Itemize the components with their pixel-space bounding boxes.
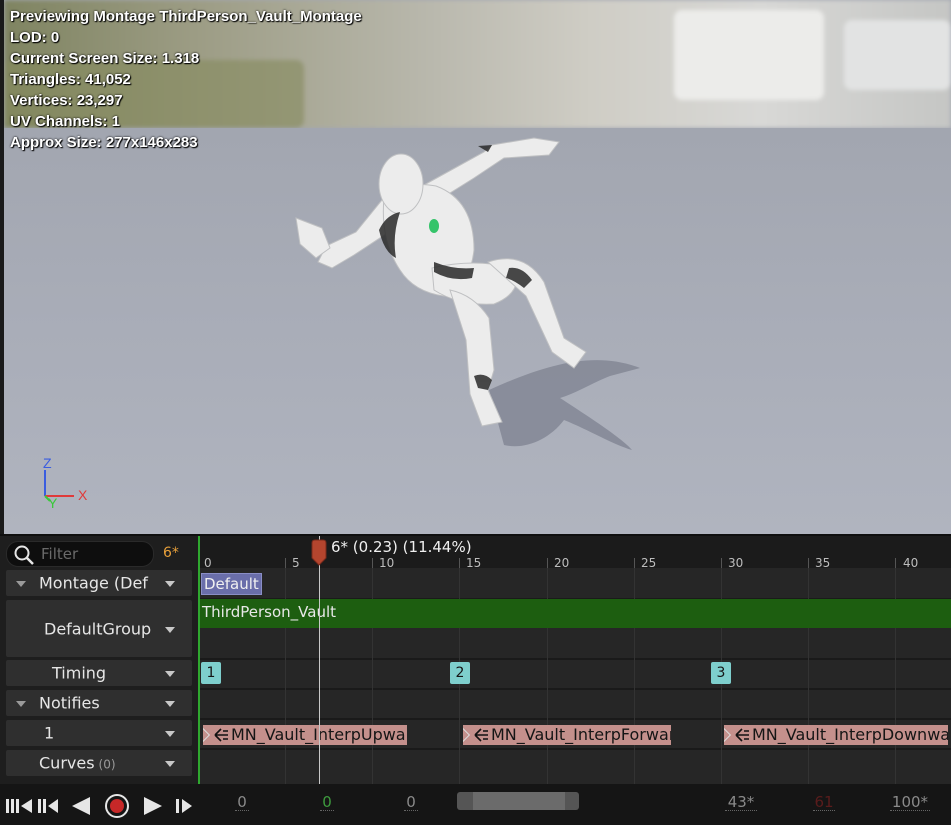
- chevron-down-icon[interactable]: [165, 581, 175, 587]
- stat-screen-size: Current Screen Size: 1.318: [10, 50, 200, 67]
- branch-arrow-icon: [474, 728, 488, 742]
- ruler-label: 0: [204, 556, 212, 570]
- track-timing-label: Timing: [52, 663, 107, 683]
- branch-arrow-icon: [735, 728, 749, 742]
- secondary-time-value[interactable]: 0: [404, 794, 418, 811]
- timing-marker-1[interactable]: 1: [201, 662, 221, 684]
- ruler-label: 35: [815, 556, 831, 570]
- timing-marker-2[interactable]: 2: [450, 662, 470, 684]
- viewport[interactable]: Previewing Montage ThirdPerson_Vault_Mon…: [4, 0, 951, 534]
- zoom-value[interactable]: 100*: [890, 794, 930, 811]
- filter-placeholder: Filter: [41, 545, 79, 563]
- collapse-arrow-icon[interactable]: [16, 701, 26, 707]
- notify-label: MN_Vault_InterpForwar: [491, 725, 671, 744]
- notify-interp-forward[interactable]: MN_Vault_InterpForwar: [463, 725, 671, 745]
- notify-track-label: 1: [44, 723, 55, 743]
- stat-uv-channels: UV Channels: 1: [10, 113, 121, 130]
- start-marker: [198, 536, 200, 784]
- track-notifies-label: Notifies: [39, 693, 100, 713]
- step-forward-button[interactable]: [170, 791, 200, 819]
- axis-x-label: X: [78, 487, 88, 503]
- stat-triangles: Triangles: 41,052: [10, 71, 131, 88]
- current-time-value[interactable]: 0: [320, 794, 334, 811]
- ruler-label: 5: [292, 556, 300, 570]
- playhead-line: [319, 536, 320, 784]
- notify-label: MN_Vault_InterpDownwa: [752, 725, 948, 744]
- track-montage-label: Montage (Def: [39, 573, 148, 593]
- axis-gizmo: Z X Y: [34, 455, 104, 515]
- chevron-down-icon[interactable]: [165, 671, 175, 677]
- view-range-scrollbar[interactable]: [457, 792, 579, 810]
- montage-section-tag[interactable]: Default: [201, 573, 262, 595]
- chevron-down-icon[interactable]: [165, 731, 175, 737]
- montage-timeline: Filter 6* Montage (Def DefaultGroup Timi…: [0, 536, 951, 825]
- track-notify-1[interactable]: 1: [6, 720, 192, 746]
- max-frame-value[interactable]: 61: [813, 794, 835, 811]
- search-icon: [14, 545, 34, 565]
- timeline-lanes[interactable]: 0 5 10 15 20 25 30 35 40 Default ThirdPe…: [198, 536, 951, 784]
- ruler-label: 10: [379, 556, 395, 570]
- track-montage[interactable]: Montage (Def: [6, 570, 192, 596]
- track-curves-label: Curves: [39, 753, 95, 773]
- playhead-handle[interactable]: [311, 539, 327, 566]
- playhead-time-label: 6* (0.23) (11.44%): [331, 538, 472, 556]
- stat-preview-title: Previewing Montage ThirdPerson_Vault_Mon…: [10, 8, 362, 25]
- record-button[interactable]: [102, 791, 132, 819]
- notify-interp-downward[interactable]: MN_Vault_InterpDownwa: [724, 725, 948, 745]
- step-back-button[interactable]: [36, 791, 66, 819]
- track-outliner: Filter 6* Montage (Def DefaultGroup Timi…: [0, 536, 198, 784]
- ruler-label: 20: [554, 556, 570, 570]
- play-reverse-button[interactable]: [66, 791, 96, 819]
- stat-approx-size: Approx Size: 277x146x283: [10, 134, 198, 151]
- chevron-down-icon[interactable]: [165, 761, 175, 767]
- skip-to-start-button[interactable]: [4, 791, 34, 819]
- branch-arrow-icon: [214, 728, 228, 742]
- current-frame-indicator: 6*: [163, 545, 179, 561]
- chevron-down-icon[interactable]: [165, 701, 175, 707]
- collapse-arrow-icon[interactable]: [16, 581, 26, 587]
- curves-count: (0): [98, 757, 116, 772]
- track-group-label: DefaultGroup: [44, 619, 152, 638]
- viewport-stats-overlay: Previewing Montage ThirdPerson_Vault_Mon…: [10, 6, 362, 153]
- track-curves[interactable]: Curves (0): [6, 750, 192, 776]
- scrollbar-thumb[interactable]: [473, 792, 565, 810]
- ruler-label: 40: [903, 556, 919, 570]
- transport-bar: 0 0 0 43* 61 100*: [0, 784, 951, 825]
- notify-interp-upward[interactable]: MN_Vault_InterpUpwar: [203, 725, 407, 745]
- filter-input[interactable]: Filter: [6, 541, 154, 567]
- start-time-value[interactable]: 0: [235, 794, 249, 811]
- track-default-group[interactable]: DefaultGroup: [6, 600, 192, 657]
- track-timing[interactable]: Timing: [6, 660, 192, 686]
- notify-diamond-icon[interactable]: [724, 727, 732, 743]
- track-notifies[interactable]: Notifies: [6, 690, 192, 716]
- ruler-label: 30: [728, 556, 744, 570]
- chevron-down-icon[interactable]: [165, 626, 175, 633]
- range-end-value[interactable]: 43*: [725, 794, 757, 811]
- timing-marker-3[interactable]: 3: [711, 662, 731, 684]
- notify-diamond-icon[interactable]: [463, 727, 471, 743]
- ruler-label: 25: [641, 556, 657, 570]
- stat-lod: LOD: 0: [10, 29, 60, 46]
- montage-segment[interactable]: ThirdPerson_Vault: [198, 599, 951, 628]
- play-forward-button[interactable]: [138, 791, 168, 819]
- montage-segment-label: ThirdPerson_Vault: [202, 603, 337, 621]
- ruler-label: 15: [466, 556, 482, 570]
- axis-y-label: Y: [48, 495, 58, 511]
- axis-z-label: Z: [43, 455, 52, 471]
- notify-diamond-icon[interactable]: [203, 727, 211, 743]
- stat-vertices: Vertices: 23,297: [10, 92, 123, 109]
